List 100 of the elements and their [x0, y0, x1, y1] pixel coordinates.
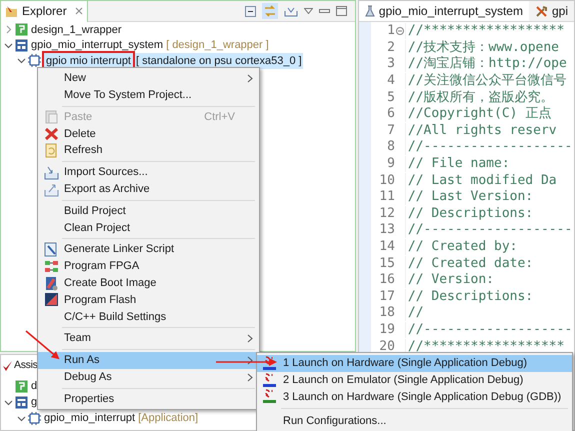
tree-item[interactable]: d — [31, 378, 38, 394]
tree-item-decoration: [ standalone on psu cortexa53_0 ] — [136, 54, 302, 68]
line-number: 15 — [378, 256, 395, 272]
code-comment: // Last modified Da — [404, 172, 557, 189]
menu-item[interactable]: Team — [38, 330, 259, 347]
line-number: 16 — [378, 272, 395, 288]
code-comment: // Created date: — [404, 256, 534, 272]
expanded-chevron-icon[interactable] — [17, 56, 26, 66]
menu-item[interactable]: Generate Linker Script — [38, 241, 259, 258]
tree-item-label[interactable]: design_1_wrapper — [31, 22, 122, 38]
chip-board-icon — [15, 380, 28, 392]
expanded-chevron-icon[interactable] — [4, 40, 13, 50]
line-number: 6 — [386, 106, 395, 122]
code-comment: //关注微信公众平台微信号 — [404, 73, 567, 90]
code-comment: //****************** — [404, 23, 564, 40]
menu-item[interactable]: Properties — [38, 390, 259, 408]
code-comment: //------------------- — [404, 139, 572, 156]
menu-item[interactable]: Run Configurations... — [257, 412, 572, 430]
menu-item[interactable]: Clean Project — [38, 219, 259, 236]
tools-icon — [534, 4, 548, 18]
menu-item[interactable]: Export as Archive — [38, 180, 259, 198]
expanded-chevron-icon[interactable] — [4, 398, 13, 406]
dropdown-icon[interactable] — [304, 8, 313, 14]
line-number: 9 — [386, 156, 395, 172]
collapsed-chevron-icon[interactable] — [4, 25, 13, 34]
menu-item[interactable]: Build Project — [38, 202, 259, 220]
assistant-tab[interactable]: Assis — [1, 354, 38, 376]
tab-label: Assis — [14, 358, 38, 373]
menu-item[interactable]: Delete — [38, 125, 259, 142]
menu-item[interactable]: Import Sources... — [38, 164, 259, 181]
explorer-tab[interactable]: Explorer — [1, 0, 88, 22]
export-icon — [44, 182, 58, 197]
menu-item[interactable]: New — [38, 70, 259, 87]
menu-item[interactable]: 2 Launch on Emulator (Single Application Debug) — [257, 372, 572, 389]
flask-icon — [364, 5, 375, 17]
system-project-icon — [15, 396, 28, 408]
expanded-chevron-icon[interactable] — [17, 414, 26, 422]
chip-icon — [28, 412, 41, 424]
menu-item[interactable]: Move To System Project... — [38, 86, 259, 104]
collapse-all-icon[interactable] — [244, 6, 256, 16]
link-icon[interactable] — [262, 3, 278, 19]
code-comment: //淘宝店铺：http://ope — [404, 56, 567, 72]
annotation-arrow — [25, 330, 60, 360]
code-comment: // Last Version: — [404, 189, 534, 206]
line-number: 5 — [386, 90, 395, 106]
tree-row-highlight[interactable]: gpio mio interrupt [ standalone on psu cortexa53_0 ] — [43, 52, 303, 69]
menu-item[interactable]: Refresh — [38, 142, 259, 159]
menu-item[interactable]: Program FPGA — [38, 258, 259, 275]
line-number: 4 — [386, 73, 395, 90]
menu-item[interactable]: C/C++ Build Settings — [38, 308, 259, 326]
menu-item[interactable]: 3 Launch on Hardware (Single Application Debug (GDB)) — [257, 388, 572, 406]
tree-item-decoration: [ design_1_wrapper ] — [166, 38, 269, 53]
menu-item[interactable]: Program Flash — [38, 292, 259, 308]
code-comment: // — [404, 305, 424, 322]
tree-item-decoration: [Application] — [138, 410, 198, 426]
menu-item[interactable]: Debug As — [38, 368, 259, 386]
code-comment: // Version: — [404, 272, 494, 288]
launch-icon — [263, 372, 277, 388]
chip-board-icon — [15, 23, 28, 36]
line-number: 8 — [386, 139, 395, 156]
line-number: 3 — [386, 56, 395, 72]
line-number: 7 — [386, 122, 395, 139]
tree-row-highlight[interactable]: gpio_mio_interrupt_system [ design_1_wrapper ] — [30, 37, 270, 54]
editor-tab[interactable]: gpio_mio_interrupt_system — [358, 1, 529, 21]
import-icon — [44, 164, 58, 180]
tray-icon[interactable] — [284, 5, 298, 17]
code-comment: //版权所有，盗版必究。 — [404, 90, 554, 106]
boot-image-icon — [44, 276, 58, 291]
line-number: 20 — [378, 338, 395, 355]
close-icon[interactable] — [74, 7, 83, 15]
minimize-icon[interactable] — [318, 8, 330, 14]
line-number: 12 — [378, 206, 395, 222]
launch-icon — [263, 356, 277, 371]
tree-item[interactable]: gpio_mio_interrupt — [44, 410, 136, 426]
line-number: 2 — [386, 40, 395, 56]
menu-item[interactable]: 1 Launch on Hardware (Single Application Debug) — [257, 355, 572, 372]
tree-item-label[interactable]: gpio mio interrupt — [44, 52, 133, 69]
chip-icon — [28, 54, 41, 68]
tree-item[interactable]: g — [31, 394, 38, 410]
refresh-icon — [44, 143, 58, 158]
code-comment: // Created by: — [404, 239, 518, 256]
menu-item[interactable]: Run As — [38, 352, 259, 369]
shortcut-label: Ctrl+V — [204, 110, 236, 125]
line-number: 18 — [378, 305, 395, 322]
maximize-icon[interactable] — [336, 6, 347, 16]
code-comment: //All rights reserv — [404, 122, 557, 139]
code-comment: // Descriptions: — [404, 206, 534, 222]
menu-item[interactable]: Create Boot Image — [38, 274, 259, 292]
tab-label: Explorer — [22, 3, 67, 20]
line-number: 1 — [386, 23, 395, 40]
tree-item-label[interactable]: gpio_mio_interrupt_system — [31, 37, 164, 54]
line-number: 10 — [378, 172, 395, 189]
fold-toggle-icon[interactable] — [396, 27, 404, 36]
check-icon — [2, 360, 13, 372]
code-comment: // File name: — [404, 156, 510, 172]
code-comment: //------------------- — [404, 322, 572, 338]
code-comment: //技术支持：www.opene — [404, 40, 559, 56]
line-number: 13 — [378, 222, 395, 238]
code-comment: //------------------- — [404, 222, 572, 238]
code-comment: // Descriptions: — [404, 288, 534, 305]
